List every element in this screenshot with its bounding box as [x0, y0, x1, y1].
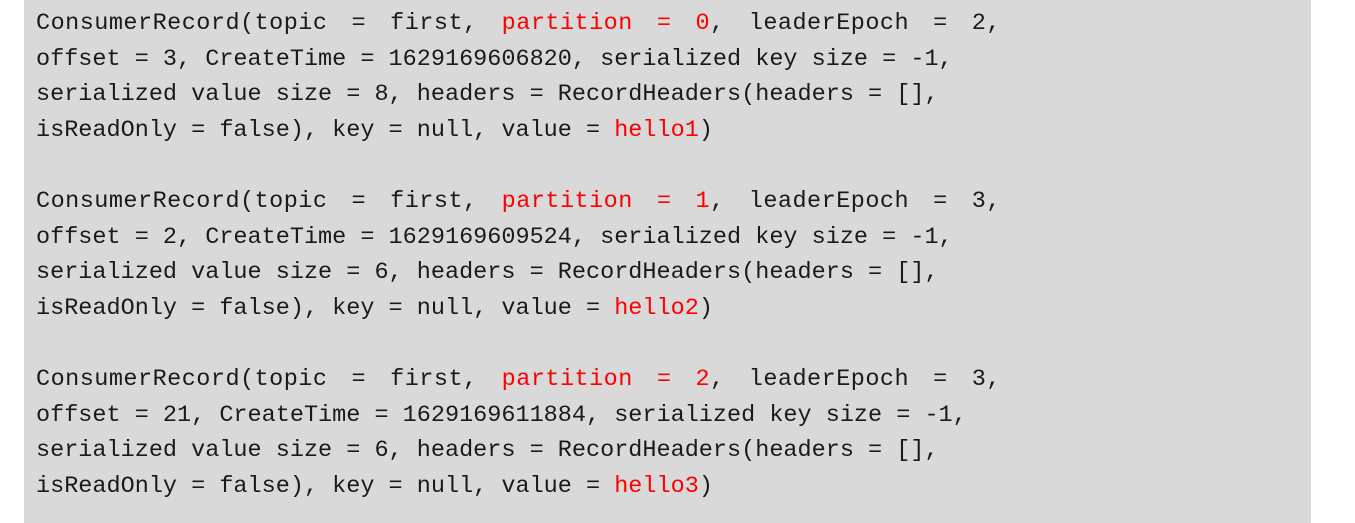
code-token: ConsumerRecord(topic = first, — [36, 365, 502, 393]
code-line: serialized value size = 6, headers = Rec… — [36, 433, 1299, 469]
highlighted-token: partition = 0 — [501, 10, 711, 37]
code-line: isReadOnly = false), key = null, value =… — [36, 469, 1299, 505]
code-token: ) — [698, 472, 713, 500]
code-token: isReadOnly = false), key = null, value = — [36, 116, 615, 144]
code-line: isReadOnly = false), key = null, value =… — [36, 291, 1299, 327]
code-token: , leaderEpoch = 2, — [710, 10, 1001, 37]
code-token: isReadOnly = false), key = null, value = — [36, 472, 615, 500]
code-line: ConsumerRecord(topic = first, partition … — [36, 362, 1299, 398]
code-token: ) — [698, 294, 713, 322]
code-line: offset = 2, CreateTime = 1629169609524, … — [36, 220, 1299, 256]
highlighted-token: hello3 — [614, 472, 699, 500]
code-token: ) — [698, 116, 713, 144]
consumer-record-block: ConsumerRecord(topic = first, partition … — [24, 362, 1311, 504]
highlighted-token: hello2 — [614, 294, 699, 322]
highlighted-token: partition = 2 — [501, 365, 711, 393]
code-token: serialized value size = 6, headers = Rec… — [36, 259, 939, 287]
code-token: offset = 21, CreateTime = 1629169611884,… — [36, 401, 967, 429]
code-token: serialized value size = 8, headers = Rec… — [36, 81, 939, 109]
code-token: serialized value size = 6, headers = Rec… — [36, 437, 939, 465]
consumer-record-block: ConsumerRecord(topic = first, partition … — [24, 184, 1311, 326]
code-line: offset = 3, CreateTime = 1629169606820, … — [36, 42, 1299, 78]
code-token: , leaderEpoch = 3, — [710, 365, 1001, 393]
code-line: ConsumerRecord(topic = first, partition … — [36, 184, 1299, 220]
code-token: ConsumerRecord(topic = first, — [36, 10, 502, 37]
code-line: ConsumerRecord(topic = first, partition … — [36, 6, 1299, 42]
code-line: serialized value size = 8, headers = Rec… — [36, 77, 1299, 113]
code-token: isReadOnly = false), key = null, value = — [36, 294, 615, 322]
code-token: , leaderEpoch = 3, — [710, 187, 1001, 215]
highlighted-token: hello1 — [614, 116, 699, 144]
code-line: serialized value size = 6, headers = Rec… — [36, 255, 1299, 291]
code-token: offset = 2, CreateTime = 1629169609524, … — [36, 223, 953, 251]
code-token: offset = 3, CreateTime = 1629169606820, … — [36, 45, 953, 73]
code-line: isReadOnly = false), key = null, value =… — [36, 113, 1299, 149]
code-token: ConsumerRecord(topic = first, — [36, 187, 502, 215]
console-output-panel[interactable]: ConsumerRecord(topic = first, partition … — [24, 0, 1311, 523]
highlighted-token: partition = 1 — [501, 187, 711, 215]
code-line: offset = 21, CreateTime = 1629169611884,… — [36, 398, 1299, 434]
consumer-record-block: ConsumerRecord(topic = first, partition … — [24, 6, 1311, 148]
